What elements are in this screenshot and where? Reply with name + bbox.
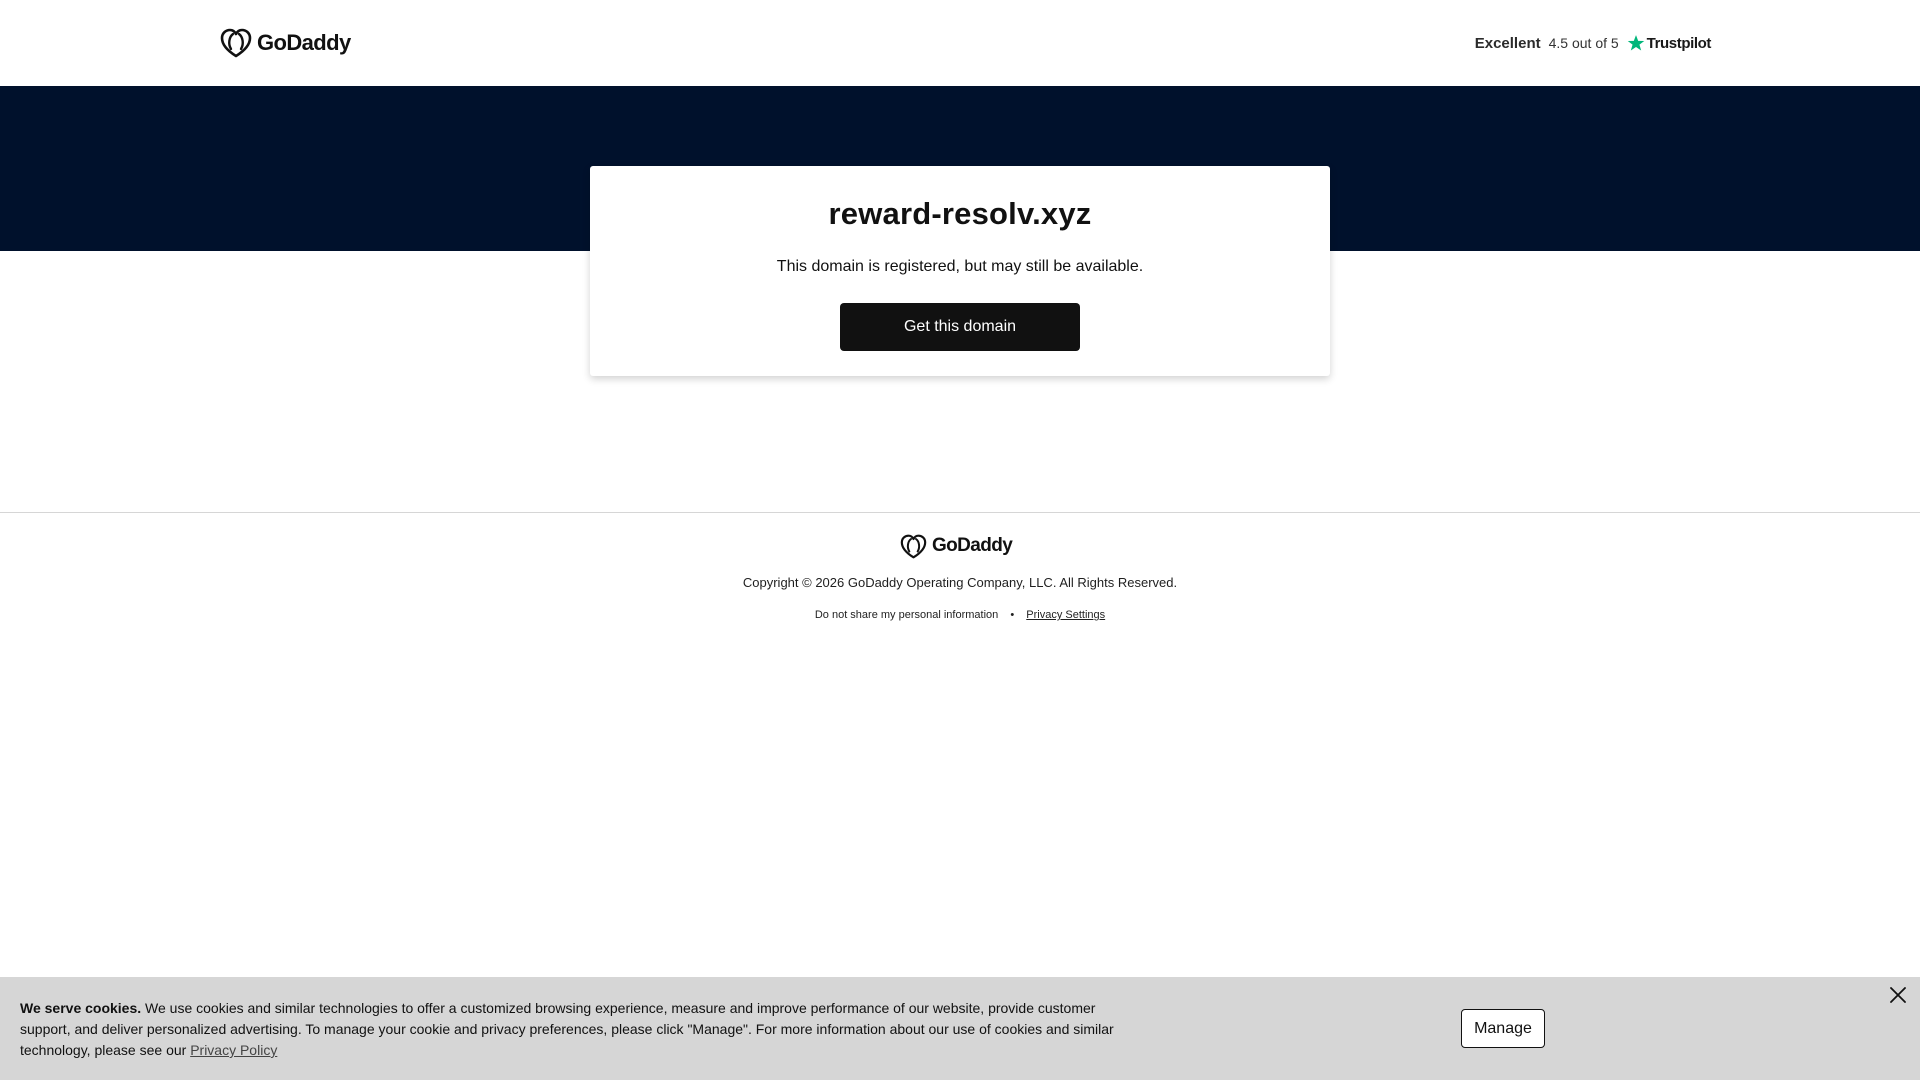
copyright-text: Copyright © 2026 GoDaddy Operating Compa… [742,575,1178,590]
logo-wordmark: GoDaddy [257,30,351,55]
footer-links: Do not share my personal information • P… [0,609,1920,621]
cookie-body-text: We use cookies and similar technologies … [20,1000,1114,1058]
trustpilot-rating[interactable]: Excellent 4.5 out of 5 Trustpilot [1474,32,1712,54]
godaddy-logo[interactable]: GoDaddy [220,28,351,58]
footer-divider [0,512,1920,513]
footer-logo-wordmark: GoDaddy [932,535,1013,556]
do-not-share-link[interactable]: Do not share my personal information [815,609,998,621]
close-x-glyph [1890,987,1906,1003]
manage-cookies-button[interactable]: Manage [1461,1009,1545,1048]
trustpilot-rating-word: Excellent [1474,34,1541,52]
domain-card: reward-resolv.xyz This domain is registe… [590,166,1330,376]
footer-godaddy-heart-icon [900,534,927,558]
trustpilot-score: 4.5 out of 5 [1548,35,1619,51]
site-header: GoDaddy Excellent 4.5 out of 5 Trustpilo… [0,0,1920,86]
domain-status-note: This domain is registered, but may still… [776,258,1144,275]
footer-godaddy-logo[interactable]: GoDaddy [900,533,1013,559]
close-icon[interactable] [1886,983,1910,1007]
privacy-settings-link[interactable]: Privacy Settings [1026,609,1105,621]
cookie-banner: We serve cookies. We use cookies and sim… [0,977,1920,1080]
cookie-message: We serve cookies. We use cookies and sim… [20,998,1140,1061]
domain-name-heading: reward-resolv.xyz [828,196,1092,231]
get-this-domain-button[interactable]: Get this domain [840,303,1080,351]
trustpilot-brand: Trustpilot [1646,34,1712,52]
privacy-policy-link[interactable]: Privacy Policy [190,1042,277,1058]
godaddy-heart-icon [220,28,252,58]
footer-link-separator: • [1010,609,1015,621]
trustpilot-star-icon [1627,35,1644,51]
cookie-bold-lead: We serve cookies. [20,1000,142,1016]
